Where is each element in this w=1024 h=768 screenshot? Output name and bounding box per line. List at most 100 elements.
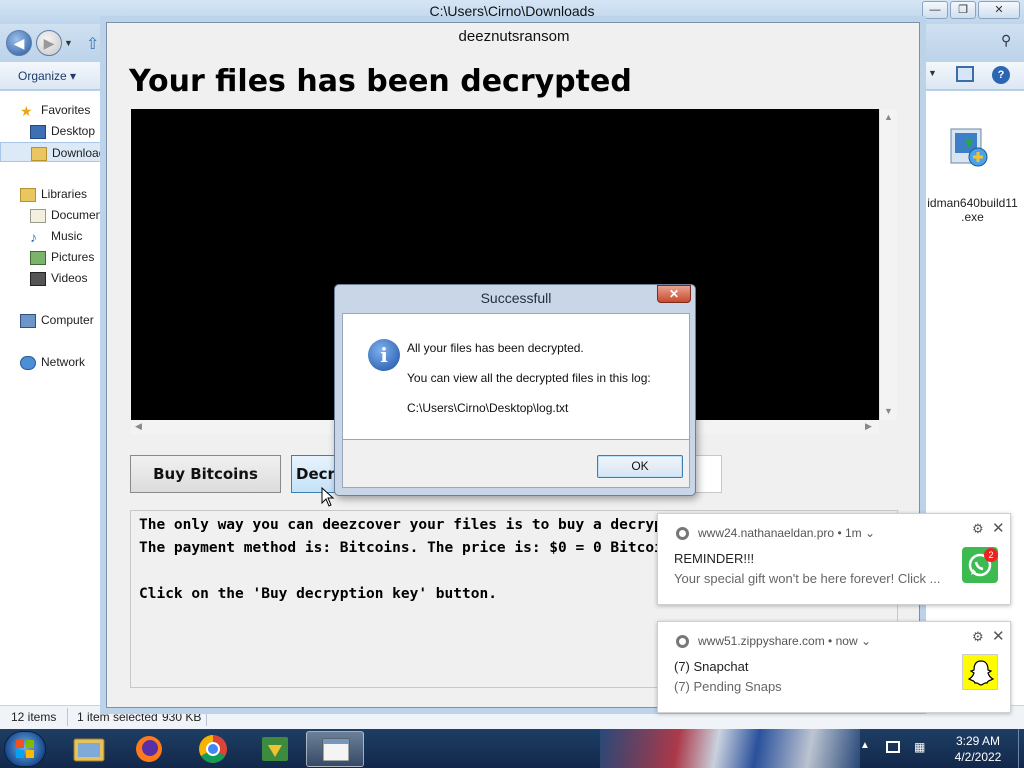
folder-icon	[73, 738, 105, 762]
view-dropdown-icon[interactable]: ▼	[928, 68, 937, 78]
nav-network-label: Network	[41, 355, 86, 369]
mouse-cursor-icon	[321, 487, 335, 507]
nav-libraries-label: Libraries	[41, 187, 88, 201]
installer-exe-icon[interactable]	[945, 125, 991, 171]
notification-source: www24.nathanaeldan.pro • 1m ⌄	[698, 526, 876, 540]
gear-icon[interactable]: ⚙	[972, 521, 984, 537]
start-button[interactable]	[4, 731, 46, 767]
libraries-icon	[20, 187, 36, 202]
show-desktop-button[interactable]	[1018, 729, 1024, 768]
clock[interactable]: 3:29 AM 4/2/2022	[938, 733, 1018, 765]
close-button[interactable]: ✕	[978, 1, 1020, 19]
taskbar-firefox[interactable]	[120, 731, 178, 767]
show-hidden-icons[interactable]: ▲	[860, 740, 870, 751]
taskbar-explorer[interactable]	[60, 731, 118, 767]
scroll-right-icon[interactable]: ▶	[865, 421, 872, 432]
notification-source-url: www51.zippyshare.com	[698, 634, 825, 648]
desktop-icon	[30, 124, 46, 139]
notification-source: www51.zippyshare.com • now ⌄	[698, 634, 871, 648]
firefox-icon	[136, 736, 162, 762]
window-app-icon	[322, 738, 350, 762]
organize-label: Organize	[18, 69, 67, 83]
buy-bitcoins-button[interactable]: Buy Bitcoins	[130, 455, 281, 493]
nav-pictures-label: Pictures	[51, 250, 95, 264]
nav-libraries[interactable]: Libraries	[0, 184, 106, 204]
back-button[interactable]: ◀	[6, 30, 32, 56]
taskbar-ransom-app[interactable]	[306, 731, 364, 767]
dialog-close-button[interactable]: ✕	[657, 285, 691, 303]
file-list-pane	[921, 91, 1024, 705]
chrome-icon	[199, 735, 227, 763]
nav-downloads-label: Downloads	[52, 146, 106, 160]
notification-body: (7) Pending Snaps	[674, 679, 782, 694]
organize-menu[interactable]: Organize ▾	[18, 69, 76, 83]
explorer-titlebar[interactable]: C:\Users\Cirno\Downloads — ❐ ✕	[0, 0, 1024, 24]
maximize-button[interactable]: ❐	[950, 1, 976, 19]
notification-card[interactable]: www51.zippyshare.com • now ⌄ ⚙ ✕ (7) Sna…	[657, 621, 1011, 713]
clock-time: 3:29 AM	[955, 734, 1001, 748]
notification-card[interactable]: www24.nathanaeldan.pro • 1m ⌄ ⚙ ✕ REMIND…	[657, 513, 1011, 605]
scroll-up-icon[interactable]: ▲	[884, 112, 893, 122]
nav-videos[interactable]: Videos	[0, 268, 106, 288]
nav-pictures[interactable]: Pictures	[0, 247, 106, 267]
search-icon[interactable]: ⚲	[1001, 32, 1011, 49]
clock-date: 4/2/2022	[954, 750, 1002, 764]
dialog-line-2: You can view all the decrypted files in …	[407, 371, 651, 385]
nav-music-label: Music	[51, 229, 83, 243]
action-center-icon[interactable]	[886, 741, 900, 753]
nav-music[interactable]: ♪ Music	[0, 226, 106, 246]
documents-icon	[30, 208, 46, 223]
up-folder-icon[interactable]: ⇧	[86, 34, 99, 54]
notification-body: Your special gift won't be here forever!…	[674, 571, 941, 586]
snapchat-icon	[962, 654, 998, 690]
nav-favorites[interactable]: ★ Favorites	[0, 100, 106, 120]
forward-button[interactable]: ▶	[36, 30, 62, 56]
computer-icon	[20, 313, 36, 328]
help-icon[interactable]: ?	[992, 66, 1010, 84]
dialog-title: Successfull	[480, 290, 552, 306]
status-selection: 1 item selected	[77, 710, 158, 724]
nav-desktop[interactable]: Desktop	[0, 121, 106, 141]
file-name-line2: .exe	[961, 210, 984, 224]
notification-time: 1m	[844, 526, 862, 540]
preview-pane-icon[interactable]	[956, 66, 974, 82]
nav-documents-label: Documents	[51, 208, 106, 222]
navigation-pane: ★ Favorites Desktop Downloads Libraries D…	[0, 91, 106, 705]
nav-computer[interactable]: Computer	[0, 310, 106, 330]
ransom-window-title: deeznutsransom	[458, 28, 570, 45]
ok-button[interactable]: OK	[597, 455, 683, 478]
scroll-left-icon[interactable]: ◀	[135, 421, 142, 432]
status-divider	[206, 708, 207, 726]
nav-videos-label: Videos	[51, 271, 88, 285]
info-icon: i	[368, 339, 400, 371]
dialog-line-1: All your files has been decrypted.	[407, 341, 584, 355]
notification-source-url: www24.nathanaeldan.pro	[698, 526, 835, 540]
message-line-2: The payment method is: Bitcoins. The pri…	[139, 540, 681, 556]
ransom-header: Your files has been decrypted	[129, 64, 632, 99]
status-size: 930 KB	[162, 710, 202, 724]
vertical-scrollbar[interactable]: ▲ ▼	[879, 109, 897, 420]
file-name-label[interactable]: idman640build11 .exe	[921, 196, 1024, 224]
chrome-icon	[676, 527, 689, 540]
nav-downloads[interactable]: Downloads	[0, 142, 106, 162]
close-icon[interactable]: ✕	[992, 519, 1005, 537]
history-dropdown-icon[interactable]: ▼	[64, 38, 73, 48]
minimize-button[interactable]: —	[922, 1, 948, 19]
close-icon[interactable]: ✕	[992, 627, 1005, 645]
status-item-count: 12 items	[11, 710, 57, 724]
nav-documents[interactable]: Documents	[0, 205, 106, 225]
nav-network[interactable]: Network	[0, 352, 106, 372]
taskbar-download-manager[interactable]	[246, 731, 304, 767]
explorer-title: C:\Users\Cirno\Downloads	[429, 3, 595, 19]
nav-desktop-label: Desktop	[51, 124, 96, 138]
network-tray-icon[interactable]: ▦	[914, 740, 928, 754]
nav-favorites-label: Favorites	[41, 103, 91, 117]
scroll-down-icon[interactable]: ▼	[884, 406, 893, 416]
network-icon	[20, 355, 36, 370]
message-line-3: Click on the 'Buy decryption key' button…	[139, 586, 497, 602]
chrome-icon	[676, 635, 689, 648]
gear-icon[interactable]: ⚙	[972, 629, 984, 645]
taskbar-chrome[interactable]	[184, 731, 242, 767]
pictures-icon	[30, 250, 46, 265]
success-dialog: Successfull ✕ i All your files has been …	[334, 284, 696, 496]
